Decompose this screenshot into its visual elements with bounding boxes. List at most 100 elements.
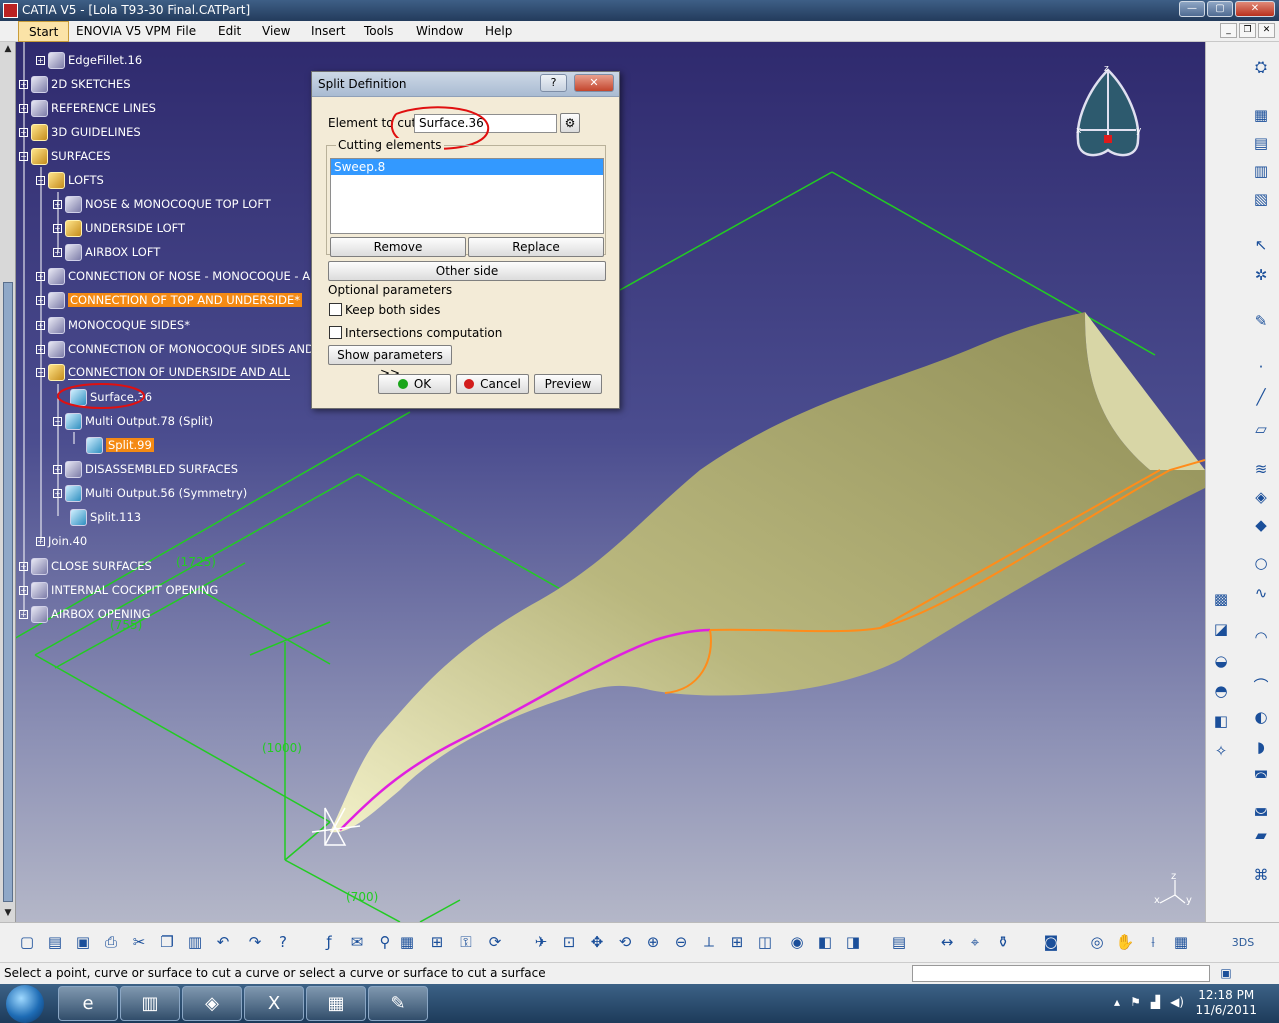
menu-file[interactable]: File [176, 24, 196, 38]
power-input-icon[interactable]: ▣ [1216, 963, 1236, 983]
tree-node[interactable]: + INTERNAL COCKPIT OPENING [19, 580, 218, 600]
part-design-icon[interactable]: ▦ [1250, 104, 1272, 126]
menu-window[interactable]: Window [416, 24, 463, 38]
save-icon[interactable]: ▣ [72, 931, 94, 953]
extrapolate-icon[interactable]: ▰ [1250, 824, 1272, 846]
split-tool-icon[interactable]: ◧ [1210, 710, 1232, 732]
minimize-button[interactable]: — [1179, 1, 1205, 17]
table-icon[interactable]: ▦ [396, 931, 418, 953]
pan-icon[interactable]: ✥ [586, 931, 608, 953]
tree-node[interactable]: + NOSE & MONOCOQUE TOP LOFT [53, 194, 271, 214]
tree-node[interactable]: Split.99 [86, 435, 154, 455]
hand-icon[interactable]: ✋ [1114, 931, 1136, 953]
fill-icon[interactable]: ◪ [1210, 618, 1232, 640]
keep-both-sides-checkbox[interactable] [329, 303, 342, 316]
workbench-icon[interactable]: ⛭ [1250, 56, 1272, 78]
undo-icon[interactable]: ↶ [212, 931, 234, 953]
print-icon[interactable]: ⎙ [100, 931, 122, 953]
update-icon[interactable]: ⟳ [484, 931, 506, 953]
clock[interactable]: 12:18 PM 11/6/2011 [1195, 988, 1257, 1018]
maximize-button[interactable]: ▢ [1207, 1, 1233, 17]
measure-icon[interactable]: ↔ [936, 931, 958, 953]
measure-item-icon[interactable]: ⌖ [964, 931, 986, 953]
excel-taskbar-icon[interactable]: X [244, 986, 304, 1021]
normal-view-icon[interactable]: ⟂ [698, 931, 720, 953]
circle-icon[interactable]: ○ [1250, 552, 1272, 574]
whats-this-icon[interactable]: ? [272, 931, 294, 953]
list-item[interactable]: Sweep.8 [331, 159, 603, 175]
tree-node[interactable]: + CLOSE SURFACES [19, 556, 152, 576]
catia-taskbar-icon[interactable]: ◈ [182, 986, 242, 1021]
translate-icon[interactable]: ◚ [1250, 766, 1272, 788]
graphic-properties-icon[interactable]: ▤ [888, 931, 910, 953]
explorer-taskbar-icon[interactable]: ▥ [120, 986, 180, 1021]
sketcher-icon[interactable]: ✎ [1250, 310, 1272, 332]
tree-node[interactable]: + REFERENCE LINES [19, 98, 156, 118]
tree-icon[interactable]: ⊞ [426, 931, 448, 953]
tray-expand-icon[interactable]: ▴ [1114, 995, 1120, 1009]
cut-icon[interactable]: ✂ [128, 931, 150, 953]
ok-button[interactable]: OK [378, 374, 451, 394]
scroll-thumb[interactable] [3, 282, 13, 902]
iso-view-icon[interactable]: ◫ [754, 931, 776, 953]
catia-app-icon[interactable] [3, 3, 18, 18]
doc-restore-button[interactable]: ❐ [1239, 23, 1256, 38]
tree-node[interactable]: + EdgeFillet.16 [36, 50, 142, 70]
tree-node[interactable]: + CONNECTION OF TOP AND UNDERSIDE* [36, 290, 302, 310]
sketch-analysis-icon[interactable]: ▥ [1250, 160, 1272, 182]
line-icon[interactable]: ╱ [1250, 386, 1272, 408]
macro-icon[interactable]: ⚲ [374, 931, 396, 953]
menu-help[interactable]: Help [485, 24, 512, 38]
tree-node[interactable]: + Multi Output.56 (Symmetry) [53, 483, 247, 503]
menu-view[interactable]: View [262, 24, 290, 38]
menu-edit[interactable]: Edit [218, 24, 241, 38]
spiral-icon[interactable]: ◎ [1086, 931, 1108, 953]
show-parameters-button[interactable]: Show parameters >> [328, 345, 452, 380]
trim-icon[interactable]: ◐ [1250, 706, 1272, 728]
tree-node[interactable]: +3D GUIDELINES [19, 122, 141, 142]
dialog-close-button[interactable]: ✕ [574, 74, 614, 92]
rotate-icon[interactable]: ◛ [1250, 796, 1272, 818]
selection-options-icon[interactable]: ⚙ [560, 113, 580, 133]
sweep-icon[interactable]: ▩ [1210, 588, 1232, 610]
tree-node[interactable]: − LOFTS [36, 170, 104, 190]
open-icon[interactable]: ▤ [44, 931, 66, 953]
zoom-out-icon[interactable]: ⊖ [670, 931, 692, 953]
tree-node[interactable]: + Join.40 [36, 531, 87, 551]
cutting-elements-list[interactable]: Sweep.8 [330, 158, 604, 234]
multi-view-icon[interactable]: ⊞ [726, 931, 748, 953]
new-icon[interactable]: ▢ [16, 931, 38, 953]
scatter-icon[interactable]: ✲ [1250, 264, 1272, 286]
tree-node[interactable]: + MONOCOQUE SIDES* [36, 315, 190, 335]
paste-icon[interactable]: ▥ [184, 931, 206, 953]
doc-close-button[interactable]: ✕ [1258, 23, 1275, 38]
menu-tools[interactable]: Tools [364, 24, 394, 38]
offset-icon[interactable]: ◆ [1250, 514, 1272, 536]
tree-node[interactable]: − CONNECTION OF UNDERSIDE AND ALL [36, 362, 290, 382]
menu-enovia[interactable]: ENOVIA V5 VPM [76, 24, 171, 38]
comment-icon[interactable]: ✉ [346, 931, 368, 953]
copy-icon[interactable]: ❐ [156, 931, 178, 953]
fillet-tool-icon[interactable]: ◗ [1250, 736, 1272, 758]
menu-insert[interactable]: Insert [311, 24, 345, 38]
preview-button[interactable]: Preview [534, 374, 602, 394]
tree-node[interactable]: − SURFACES [19, 146, 111, 166]
spline-icon[interactable]: ∿ [1250, 582, 1272, 604]
replace-button[interactable]: Replace [468, 237, 604, 257]
flag-icon[interactable]: ⚑ [1130, 995, 1141, 1009]
other-side-button[interactable]: Other side [328, 261, 606, 281]
tree-node[interactable]: + CONNECTION OF MONOCOQUE SIDES AND FRO [36, 339, 341, 359]
scroll-down-icon[interactable]: ▼ [2, 908, 14, 920]
remove-button[interactable]: Remove [330, 237, 466, 257]
cancel-button[interactable]: Cancel [456, 374, 529, 394]
formula-icon[interactable]: ƒ [318, 931, 340, 953]
tree-node[interactable]: + DISASSEMBLED SURFACES [53, 459, 238, 479]
tree-node[interactable]: +2D SKETCHES [19, 74, 131, 94]
revolve-icon[interactable]: ◈ [1250, 486, 1272, 508]
blend-icon[interactable]: ◓ [1210, 680, 1232, 702]
command-input[interactable] [912, 965, 1210, 982]
network-icon[interactable]: ▟ [1151, 995, 1160, 1009]
loft-icon[interactable]: ◒ [1210, 650, 1232, 672]
output-feature-icon[interactable]: ▧ [1250, 188, 1272, 210]
fly-icon[interactable]: ✈ [530, 931, 552, 953]
